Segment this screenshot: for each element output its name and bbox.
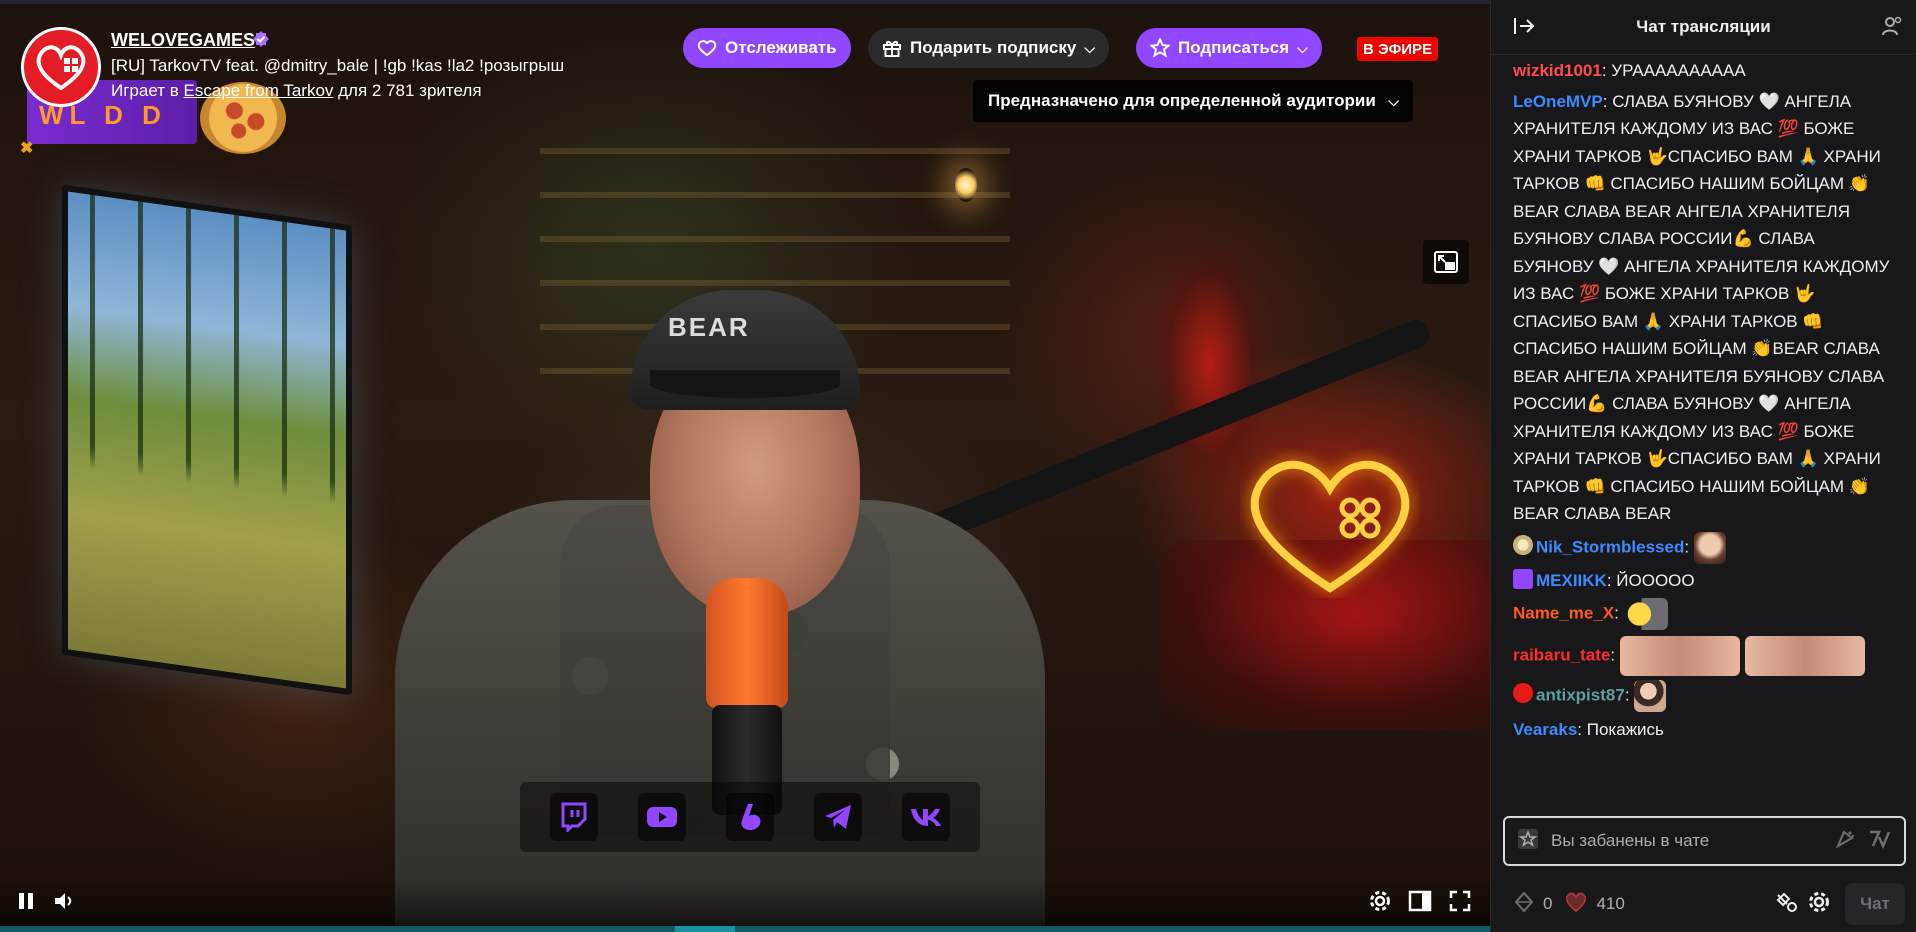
close-sponsor-icon[interactable]: ✖ [20,138,33,158]
volume-icon [55,893,72,909]
community-icon[interactable] [1880,14,1904,43]
settings-button[interactable] [1362,883,1398,919]
pause-button[interactable] [8,883,44,919]
chat-message: Vearaks: Покажись [1513,720,1664,739]
vk-icon[interactable] [902,793,950,841]
mod-tools-icon[interactable] [1775,891,1799,918]
pause-icon [19,893,33,909]
chat-title: Чат трансляции [1636,17,1771,36]
emote-image [1619,636,1740,676]
drops-icon[interactable] [1513,890,1535,918]
chat-message: raibaru_tate: [1513,636,1897,676]
video-scene-lamp [955,168,977,202]
progress-highlight [675,926,735,932]
chat-badge-icon [1513,534,1533,555]
chat-username[interactable]: Vearaks [1513,720,1577,739]
stream-title: [RU] TarkovTV feat. @dmitry_bale | !gb !… [111,56,565,75]
heart-logo-icon [36,45,86,90]
emote-image [1634,680,1667,712]
boosty-icon[interactable] [726,793,774,841]
gift-icon [883,41,901,57]
emote-image [1693,531,1726,564]
points-b-value: 410 [1596,894,1625,913]
chat-username[interactable]: Nik_Stormblessed [1536,537,1684,556]
video-scene-tv [62,184,352,696]
pip-icon [1434,251,1458,273]
channel-points-icon[interactable] [1564,891,1588,918]
progress-track [0,926,1490,932]
viewer-count: 2 781 [371,81,415,100]
chat-message: Name_me_X: [1513,598,1897,630]
rewards-icon[interactable] [1517,828,1539,855]
video-player[interactable]: BEAR WL D D ✖ WELOVEGAMES [RU] TarkovTV … [0,0,1490,932]
channel-avatar[interactable] [21,27,101,107]
chat-footer: 0 410 Чат [1491,876,1916,932]
chat-username[interactable]: Name_me_X [1513,603,1614,622]
heart-badge-icon [1513,683,1533,704]
chat-message: MEXIIKK: ЙОООOO [1513,567,1897,595]
video-scene-cap-logo: BEAR [668,312,750,342]
chat-input-placeholder: Вы забанены в чате [1551,831,1710,850]
top-strip [0,0,1490,4]
chat-username[interactable]: wizkid1001 [1513,61,1602,80]
follow-button[interactable]: Отслеживать [683,28,851,68]
chat-username[interactable]: LeOneMVP [1513,92,1603,111]
youtube-icon[interactable] [638,793,686,841]
theatre-mode-button[interactable] [1402,883,1438,919]
collapse-chat-icon[interactable] [1513,16,1535,41]
gear-icon [1370,891,1390,911]
chat-settings-icon[interactable] [1807,890,1831,919]
social-links [520,782,980,852]
picture-in-picture-button[interactable] [1423,240,1469,284]
chat-input[interactable]: Вы забанены в чате [1503,816,1906,866]
video-scene-cap-visor [650,370,840,398]
player-controls [0,880,1490,932]
gift-sub-button[interactable]: Подарить подписку ⌵ [868,28,1109,68]
gift-badge-icon [1513,568,1533,589]
chat-username[interactable]: MEXIIKK [1536,571,1607,590]
live-badge: В ЭФИРЕ [1357,37,1439,61]
volume-button[interactable] [46,883,82,919]
chat-panel: Чат трансляции wizkid1001: УРАААААААААА … [1490,0,1916,932]
chat-messages: wizkid1001: УРАААААААААА LeOneMVP: СЛАВА… [1491,57,1916,807]
emote-image [1623,598,1668,630]
twitch-icon[interactable] [550,793,598,841]
neon-heart-sign [1250,460,1410,593]
game-link[interactable]: Escape from Tarkov [183,81,333,100]
chat-username[interactable]: antixpist87 [1536,685,1625,704]
telegram-icon[interactable] [814,793,862,841]
heart-icon [697,40,717,57]
chat-username[interactable]: raibaru_tate [1513,645,1610,664]
stream-meta: Играет в Escape from Tarkov для 2 781 зр… [111,81,482,100]
fullscreen-button[interactable] [1442,883,1478,919]
theatre-icon [1408,890,1432,912]
emote-image [1744,636,1865,676]
subscribe-button[interactable]: Подписаться ⌵ [1136,28,1322,68]
video-scene-mic [706,578,788,708]
bits-icon[interactable] [1834,828,1856,855]
verified-icon [253,31,269,47]
chat-message: antixpist87: [1513,680,1897,712]
audience-warning[interactable]: Предназначено для определенной аудитории… [973,80,1413,122]
chat-send-button[interactable]: Чат [1845,883,1905,925]
chat-message: LeOneMVP: СЛАВА БУЯНОВУ 🤍 АНГЕЛА ХРАНИТЕ… [1513,91,1890,524]
chevron-down-icon: ⌵ [1388,92,1399,109]
channel-name[interactable]: WELOVEGAMES [111,30,255,51]
chevron-down-icon: ⌵ [1297,39,1308,56]
chat-message: Nik_Stormblessed: [1513,531,1897,564]
chat-header: Чат трансляции [1491,0,1916,55]
star-icon [1150,38,1170,58]
seventv-icon[interactable] [1868,829,1892,854]
chevron-down-icon: ⌵ [1084,39,1095,56]
points-a-value: 0 [1543,894,1553,913]
chat-message: wizkid1001: УРАААААААААА [1513,61,1746,80]
fullscreen-icon [1449,890,1471,912]
